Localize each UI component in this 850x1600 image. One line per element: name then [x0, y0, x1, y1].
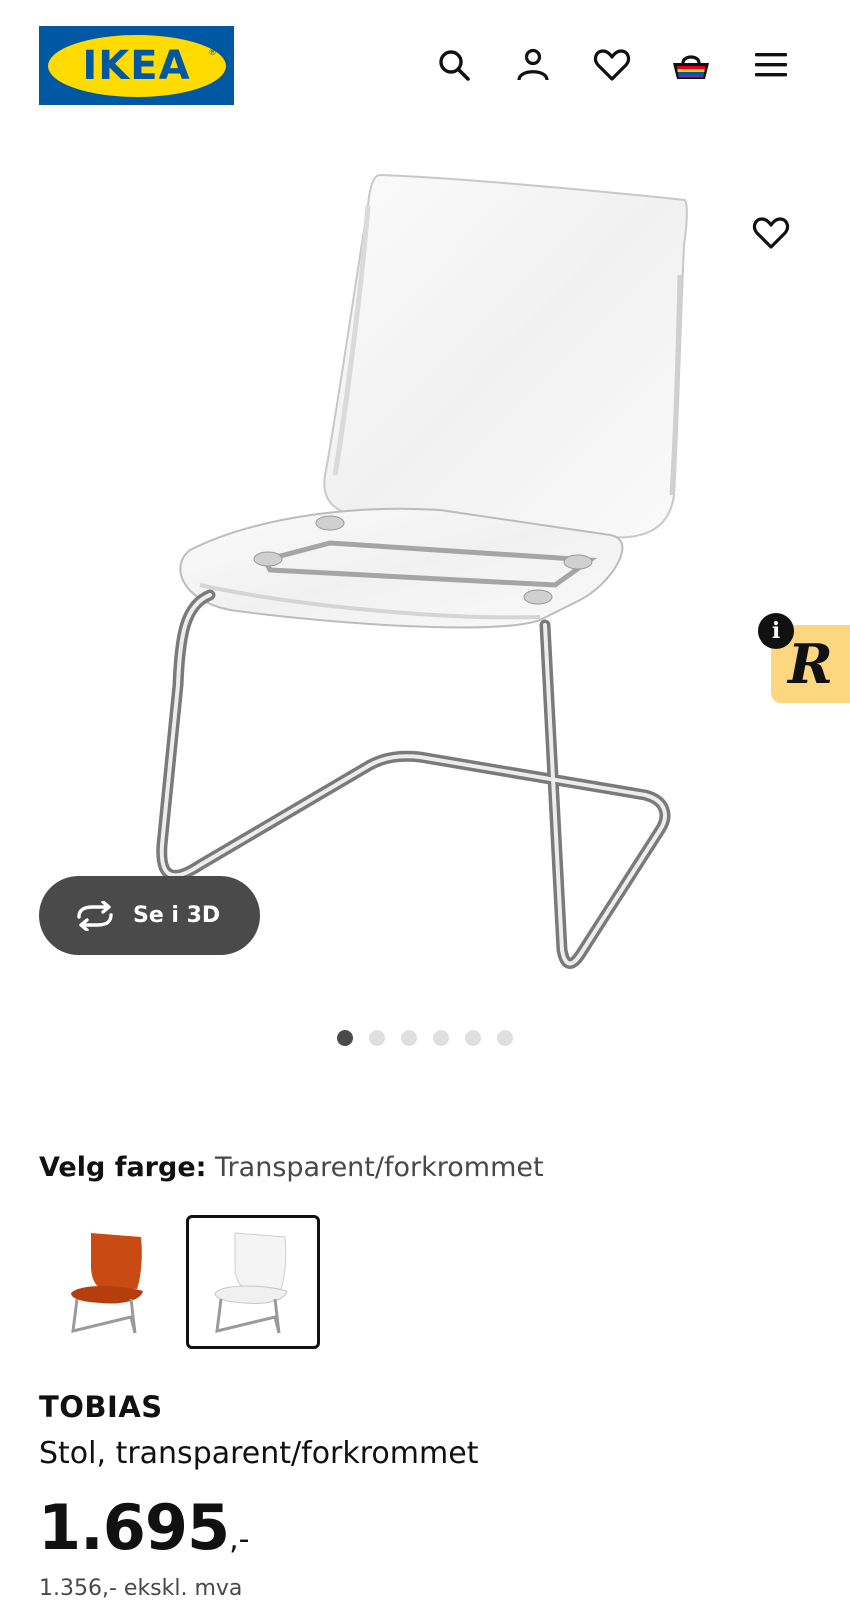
rotate-3d-icon [77, 900, 113, 931]
price-value: 1.695 [38, 1491, 230, 1564]
logo-text: IKEA [82, 42, 191, 89]
product-page: IKEA ® R i Se i 3D Velg farge: Transpare… [0, 0, 850, 1600]
price-suffix: ,- [229, 1522, 250, 1557]
image-carousel-dots [0, 1030, 850, 1046]
header: IKEA ® [0, 0, 850, 130]
ikea-logo[interactable]: IKEA ® [39, 26, 234, 105]
orange-chair-thumbnail [71, 1233, 143, 1334]
carousel-dot[interactable] [465, 1030, 481, 1046]
carousel-dot[interactable] [401, 1030, 417, 1046]
logo-oval: IKEA [47, 34, 226, 97]
color-option-transparent[interactable] [186, 1215, 320, 1349]
heart-icon [752, 217, 790, 249]
carousel-dot[interactable] [369, 1030, 385, 1046]
view-in-3d-button[interactable]: Se i 3D [39, 876, 260, 955]
color-option-orange[interactable] [42, 1215, 176, 1349]
carousel-dot[interactable] [433, 1030, 449, 1046]
search-icon[interactable] [434, 45, 474, 85]
carousel-dot[interactable] [497, 1030, 513, 1046]
add-to-wishlist-button[interactable] [750, 212, 792, 254]
info-icon[interactable]: i [758, 613, 794, 649]
basket-icon[interactable] [671, 45, 711, 85]
product-name: TOBIAS [39, 1390, 163, 1424]
carousel-dot[interactable] [337, 1030, 353, 1046]
price-excl-vat: 1.356,- ekskl. mva [39, 1576, 243, 1600]
product-gallery[interactable]: R i Se i 3D [0, 140, 850, 1020]
transparent-chair-thumbnail [214, 1232, 288, 1334]
color-label: Velg farge: [39, 1152, 207, 1183]
color-selector-heading: Velg farge: Transparent/forkrommet [39, 1150, 544, 1186]
account-icon[interactable] [513, 45, 553, 85]
product-price: 1.695,- [38, 1490, 250, 1578]
wishlist-icon[interactable] [592, 45, 632, 85]
color-value: Transparent/forkrommet [215, 1152, 544, 1183]
r-logo-icon: R [788, 632, 833, 696]
view-in-3d-label: Se i 3D [133, 903, 221, 928]
product-description: Stol, transparent/forkrommet [39, 1436, 479, 1471]
menu-icon[interactable] [751, 45, 791, 85]
logo-registered-mark: ® [208, 48, 217, 58]
